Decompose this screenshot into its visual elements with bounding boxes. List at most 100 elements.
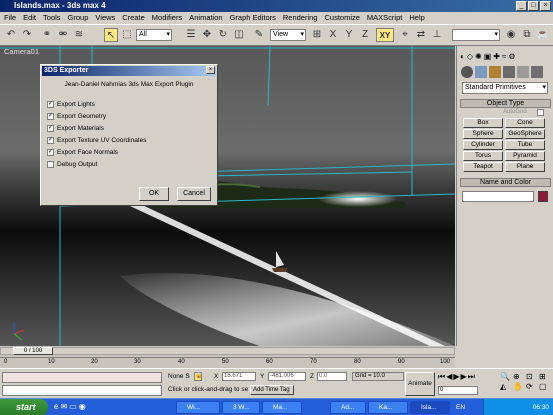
time-slider-thumb[interactable]: 0 / 100 [13, 347, 53, 355]
pan-icon[interactable]: ✋ [513, 382, 525, 391]
render-icon[interactable]: ☕ [536, 28, 550, 42]
viewport-label[interactable]: Camera01 [4, 47, 39, 56]
align-icon[interactable]: ⊥ [430, 28, 444, 42]
zoom-all-icon[interactable]: ⊕ [513, 372, 525, 381]
maximize-button[interactable]: □ [528, 1, 539, 11]
axis-y-button[interactable]: Y [342, 28, 356, 42]
menu-rendering[interactable]: Rendering [283, 12, 318, 23]
select-icon[interactable]: ↖ [104, 28, 118, 42]
move-icon[interactable]: ✥ [200, 28, 214, 42]
undo-icon[interactable]: ↶ [4, 28, 18, 42]
axis-z-button[interactable]: Z [358, 28, 372, 42]
animate-button[interactable]: Animate [405, 372, 435, 396]
cameras-icon[interactable]: ▣ [484, 52, 492, 61]
start-button[interactable]: start [0, 399, 48, 415]
menu-file[interactable]: File [4, 12, 16, 23]
option-export-face-normals[interactable]: ✓ Export Face Normals [47, 149, 118, 156]
option-debug-output[interactable]: Debug Output [47, 161, 97, 168]
menu-group[interactable]: Group [68, 12, 89, 23]
scale-icon[interactable]: ◫ [232, 28, 246, 42]
media-icon[interactable]: ◉ [79, 402, 86, 411]
object-type-header[interactable]: Object Type [460, 99, 551, 108]
add-time-tag-button[interactable]: Add Time Tag [250, 385, 294, 395]
taskbar-item[interactable]: Wi... [176, 401, 220, 414]
cone-button[interactable]: Cone [505, 118, 545, 128]
option-export-lights[interactable]: ✓ Export Lights [47, 101, 95, 108]
lock-selection-icon[interactable]: 🔒 [194, 372, 202, 381]
menu-edit[interactable]: Edit [23, 12, 36, 23]
time-slider[interactable]: 0 / 100 [0, 347, 455, 355]
x-coord-field[interactable]: 18.671 [222, 372, 256, 381]
redo-icon[interactable]: ↷ [20, 28, 34, 42]
render-scene-icon[interactable]: ⧉ [520, 28, 534, 42]
geosphere-button[interactable]: GeoSphere [505, 129, 545, 139]
zoom-icon[interactable]: 🔍 [500, 372, 512, 381]
plane-button[interactable]: Plane [505, 162, 545, 172]
orbit-icon[interactable]: ⟳ [526, 382, 538, 391]
minimize-button[interactable]: _ [516, 1, 527, 11]
create-tab-icon[interactable] [461, 66, 473, 78]
next-frame-icon[interactable]: ▶ [461, 372, 467, 382]
checkbox-checked-icon[interactable]: ✓ [47, 113, 54, 120]
z-coord-field[interactable]: 0.0 [317, 372, 347, 381]
teapot-button[interactable]: Teapot [463, 162, 503, 172]
maxscript-listener-mini[interactable] [2, 372, 162, 383]
menu-help[interactable]: Help [409, 12, 424, 23]
menu-views[interactable]: Views [95, 12, 115, 23]
menu-maxscript[interactable]: MAXScript [367, 12, 402, 23]
object-color-swatch[interactable] [538, 191, 548, 202]
reference-coordinate-dropdown[interactable]: View [270, 29, 306, 41]
taskbar-item[interactable]: 3 W... [222, 401, 260, 414]
box-button[interactable]: Box [463, 118, 503, 128]
shapes-icon[interactable]: ◇ [467, 52, 473, 61]
link-icon[interactable]: ⚭ [40, 28, 54, 42]
primitive-category-dropdown[interactable]: Standard Primitives [462, 82, 548, 94]
object-name-input[interactable] [462, 191, 534, 202]
taskbar-item[interactable]: Ad... [330, 401, 366, 414]
desktop-icon[interactable]: ▭ [69, 402, 77, 411]
cancel-button[interactable]: Cancel [177, 187, 211, 201]
select-by-name-icon[interactable]: ☰ [184, 28, 198, 42]
play-icon[interactable]: ▶ [453, 372, 459, 382]
modify-tab-icon[interactable] [475, 66, 487, 78]
spacewarps-icon[interactable]: ≈ [502, 52, 506, 61]
systems-icon[interactable]: ⚙ [508, 52, 515, 61]
zoom-extents-icon[interactable]: ⊡ [526, 372, 538, 381]
menu-modifiers[interactable]: Modifiers [152, 12, 182, 23]
axis-xy-button[interactable]: XY [376, 28, 394, 42]
hierarchy-tab-icon[interactable] [489, 66, 501, 78]
manipulate-icon[interactable]: ✎ [252, 28, 266, 42]
taskbar-item-active[interactable]: Isla... [410, 401, 450, 414]
outlook-icon[interactable]: ✉ [60, 402, 67, 411]
menu-animation[interactable]: Animation [189, 12, 222, 23]
menu-customize[interactable]: Customize [324, 12, 359, 23]
bind-icon[interactable]: ≋ [72, 28, 86, 42]
option-export-texture-uv[interactable]: ✓ Export Texture UV Coordinates [47, 137, 146, 144]
axis-x-button[interactable]: X [326, 28, 340, 42]
unlink-icon[interactable]: ⚮ [56, 28, 70, 42]
option-export-geometry[interactable]: ✓ Export Geometry [47, 113, 106, 120]
dialog-close-icon[interactable]: × [206, 66, 215, 74]
motion-tab-icon[interactable] [503, 66, 515, 78]
taskbar-item[interactable]: Ka... [368, 401, 408, 414]
current-frame-field[interactable]: 0 [438, 386, 478, 395]
go-to-start-icon[interactable]: ⏮ [438, 372, 445, 382]
track-bar[interactable]: 0 10 20 30 40 50 60 70 80 90 100 [0, 357, 455, 367]
close-button[interactable]: × [540, 1, 551, 11]
pivot-icon[interactable]: ⊞ [310, 28, 324, 42]
menu-tools[interactable]: Tools [43, 12, 61, 23]
language-indicator[interactable]: EN [456, 399, 465, 415]
menu-create[interactable]: Create [122, 12, 145, 23]
tray-clock[interactable]: 06:30 [533, 404, 549, 411]
maxscript-input[interactable] [2, 385, 162, 396]
zoom-extents-all-icon[interactable]: ⊞ [539, 372, 551, 381]
geometry-icon[interactable]: ◐ [460, 52, 465, 61]
previous-frame-icon[interactable]: ◀ [446, 372, 452, 382]
checkbox-unchecked-icon[interactable] [47, 161, 54, 168]
name-color-header[interactable]: Name and Color [460, 178, 551, 187]
helpers-icon[interactable]: ✚ [493, 52, 500, 61]
cylinder-button[interactable]: Cylinder [463, 140, 503, 150]
autogrid-checkbox[interactable] [537, 109, 544, 116]
tube-button[interactable]: Tube [505, 140, 545, 150]
pyramid-button[interactable]: Pyramid [505, 151, 545, 161]
